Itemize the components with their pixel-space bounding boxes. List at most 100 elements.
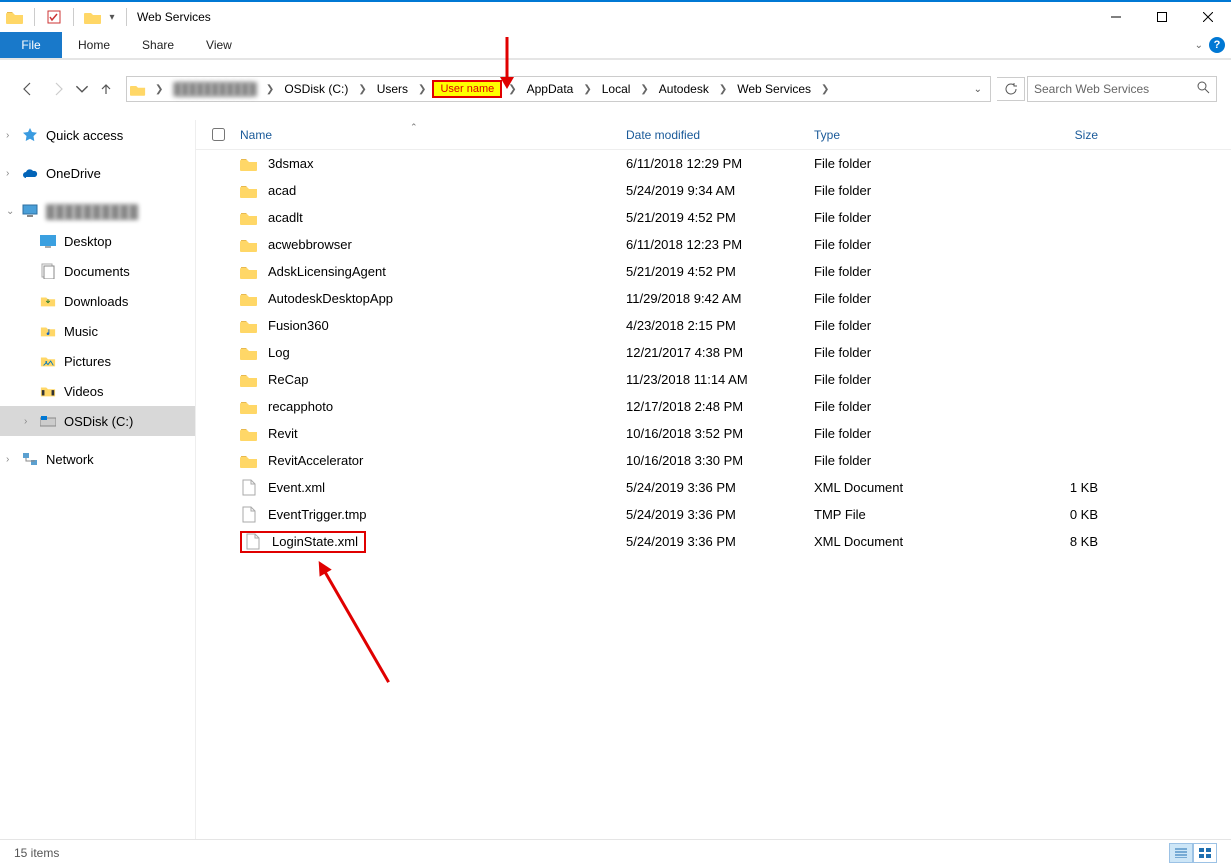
nav-up-button[interactable] [92,75,120,103]
column-headers: Name⌃ Date modified Type Size [196,120,1231,150]
ribbon-tabs: File Home Share View ⌄ ? [0,32,1231,58]
sidebar-item-network[interactable]: › Network [0,444,195,474]
table-row[interactable]: 3dsmax6/11/2018 12:29 PMFile folder [196,150,1231,177]
status-item-count: 15 items [14,846,59,860]
folder-icon [240,155,258,173]
breadcrumb-item[interactable]: AppData [523,82,578,96]
file-size: 1 KB [1000,480,1118,495]
file-date: 10/16/2018 3:30 PM [626,453,814,468]
sidebar-item-music[interactable]: Music [0,316,195,346]
tab-file[interactable]: File [0,32,62,58]
sidebar-item-label: Pictures [64,354,111,369]
folder-icon [240,317,258,335]
chevron-right-icon[interactable]: ❯ [412,84,432,95]
nav-forward-button[interactable] [44,75,72,103]
table-row[interactable]: LoginState.xml5/24/2019 3:36 PMXML Docum… [196,528,1231,555]
table-row[interactable]: acwebbrowser6/11/2018 12:23 PMFile folde… [196,231,1231,258]
sidebar-item-this-pc[interactable]: ⌄ ██████████ [0,196,195,226]
maximize-button[interactable] [1139,2,1185,32]
ribbon-expand-icon[interactable]: ⌄ [1195,40,1203,51]
file-date: 12/17/2018 2:48 PM [626,399,814,414]
column-header-size[interactable]: Size [1000,128,1118,142]
breadcrumb-item[interactable]: Users [373,82,412,96]
breadcrumb-item[interactable]: Local [598,82,635,96]
file-icon [244,533,262,551]
file-date: 5/24/2019 3:36 PM [626,480,814,495]
file-name: EventTrigger.tmp [268,507,367,522]
nav-back-button[interactable] [14,75,42,103]
file-type: File folder [814,291,1000,306]
breadcrumb[interactable]: ❯ ███████████ ❯ OSDisk (C:) ❯ Users ❯ Us… [126,76,991,102]
folder-icon [240,398,258,416]
search-input[interactable]: Search Web Services [1027,76,1217,102]
file-name: AutodeskDesktopApp [268,291,393,306]
sidebar-item-documents[interactable]: Documents [0,256,195,286]
breadcrumb-item-highlight[interactable]: User name [432,80,502,98]
breadcrumb-item-redacted[interactable]: ███████████ [169,82,260,96]
view-details-button[interactable] [1169,843,1193,863]
column-header-date[interactable]: Date modified [626,128,814,142]
sidebar-item-osdisk[interactable]: › OSDisk (C:) [0,406,195,436]
breadcrumb-item[interactable]: Autodesk [655,82,713,96]
desktop-icon [40,233,56,249]
file-name: Revit [268,426,298,441]
table-row[interactable]: AutodeskDesktopApp11/29/2018 9:42 AMFile… [196,285,1231,312]
sidebar-item-downloads[interactable]: Downloads [0,286,195,316]
chevron-right-icon[interactable]: ❯ [260,84,280,95]
table-row[interactable]: AdskLicensingAgent5/21/2019 4:52 PMFile … [196,258,1231,285]
view-thumbnails-button[interactable] [1193,843,1217,863]
table-row[interactable]: Event.xml5/24/2019 3:36 PMXML Document1 … [196,474,1231,501]
chevron-right-icon[interactable]: ❯ [634,84,654,95]
breadcrumb-dropdown-icon[interactable]: ⌄ [966,84,990,95]
chevron-right-icon[interactable]: ❯ [577,84,597,95]
monitor-icon [22,203,38,219]
table-row[interactable]: acad5/24/2019 9:34 AMFile folder [196,177,1231,204]
breadcrumb-item[interactable]: Web Services [733,82,815,96]
breadcrumb-item[interactable]: OSDisk (C:) [280,82,352,96]
chevron-right-icon[interactable]: ❯ [149,84,169,95]
file-name: Event.xml [268,480,325,495]
close-button[interactable] [1185,2,1231,32]
chevron-right-icon[interactable]: › [6,130,9,141]
refresh-button[interactable] [997,77,1025,101]
qat-overflow-icon[interactable]: ▾ [106,6,118,28]
file-date: 6/11/2018 12:23 PM [626,237,814,252]
chevron-right-icon[interactable]: ❯ [352,84,372,95]
select-all-checkbox[interactable] [212,128,225,141]
table-row[interactable]: Fusion3604/23/2018 2:15 PMFile folder [196,312,1231,339]
chevron-down-icon[interactable]: ⌄ [6,206,14,217]
sidebar-item-videos[interactable]: Videos [0,376,195,406]
file-type: File folder [814,183,1000,198]
table-row[interactable]: recapphoto12/17/2018 2:48 PMFile folder [196,393,1231,420]
table-row[interactable]: RevitAccelerator10/16/2018 3:30 PMFile f… [196,447,1231,474]
table-row[interactable]: EventTrigger.tmp5/24/2019 3:36 PMTMP Fil… [196,501,1231,528]
help-icon[interactable]: ? [1209,37,1225,53]
sidebar-item-label: Downloads [64,294,128,309]
tab-home[interactable]: Home [62,32,126,58]
sidebar-item-desktop[interactable]: Desktop [0,226,195,256]
window-title: Web Services [133,10,211,24]
chevron-right-icon[interactable]: › [6,454,9,465]
chevron-right-icon[interactable]: › [6,168,9,179]
column-header-name[interactable]: Name⌃ [240,128,626,142]
sidebar-item-onedrive[interactable]: › OneDrive [0,158,195,188]
sidebar-item-label: Videos [64,384,104,399]
table-row[interactable]: ReCap11/23/2018 11:14 AMFile folder [196,366,1231,393]
qat-folder-icon[interactable] [82,6,104,28]
search-icon[interactable] [1197,81,1210,97]
sidebar-item-quick-access[interactable]: › Quick access [0,120,195,150]
chevron-right-icon[interactable]: ❯ [713,84,733,95]
table-row[interactable]: Revit10/16/2018 3:52 PMFile folder [196,420,1231,447]
minimize-button[interactable] [1093,2,1139,32]
tab-share[interactable]: Share [126,32,190,58]
cloud-icon [22,165,38,181]
sidebar-item-pictures[interactable]: Pictures [0,346,195,376]
chevron-right-icon[interactable]: ❯ [815,84,835,95]
nav-history-icon[interactable] [74,75,90,103]
table-row[interactable]: acadlt5/21/2019 4:52 PMFile folder [196,204,1231,231]
chevron-right-icon[interactable]: › [24,416,27,427]
qat-properties-icon[interactable] [43,6,65,28]
table-row[interactable]: Log12/21/2017 4:38 PMFile folder [196,339,1231,366]
tab-view[interactable]: View [190,32,248,58]
column-header-type[interactable]: Type [814,128,1000,142]
